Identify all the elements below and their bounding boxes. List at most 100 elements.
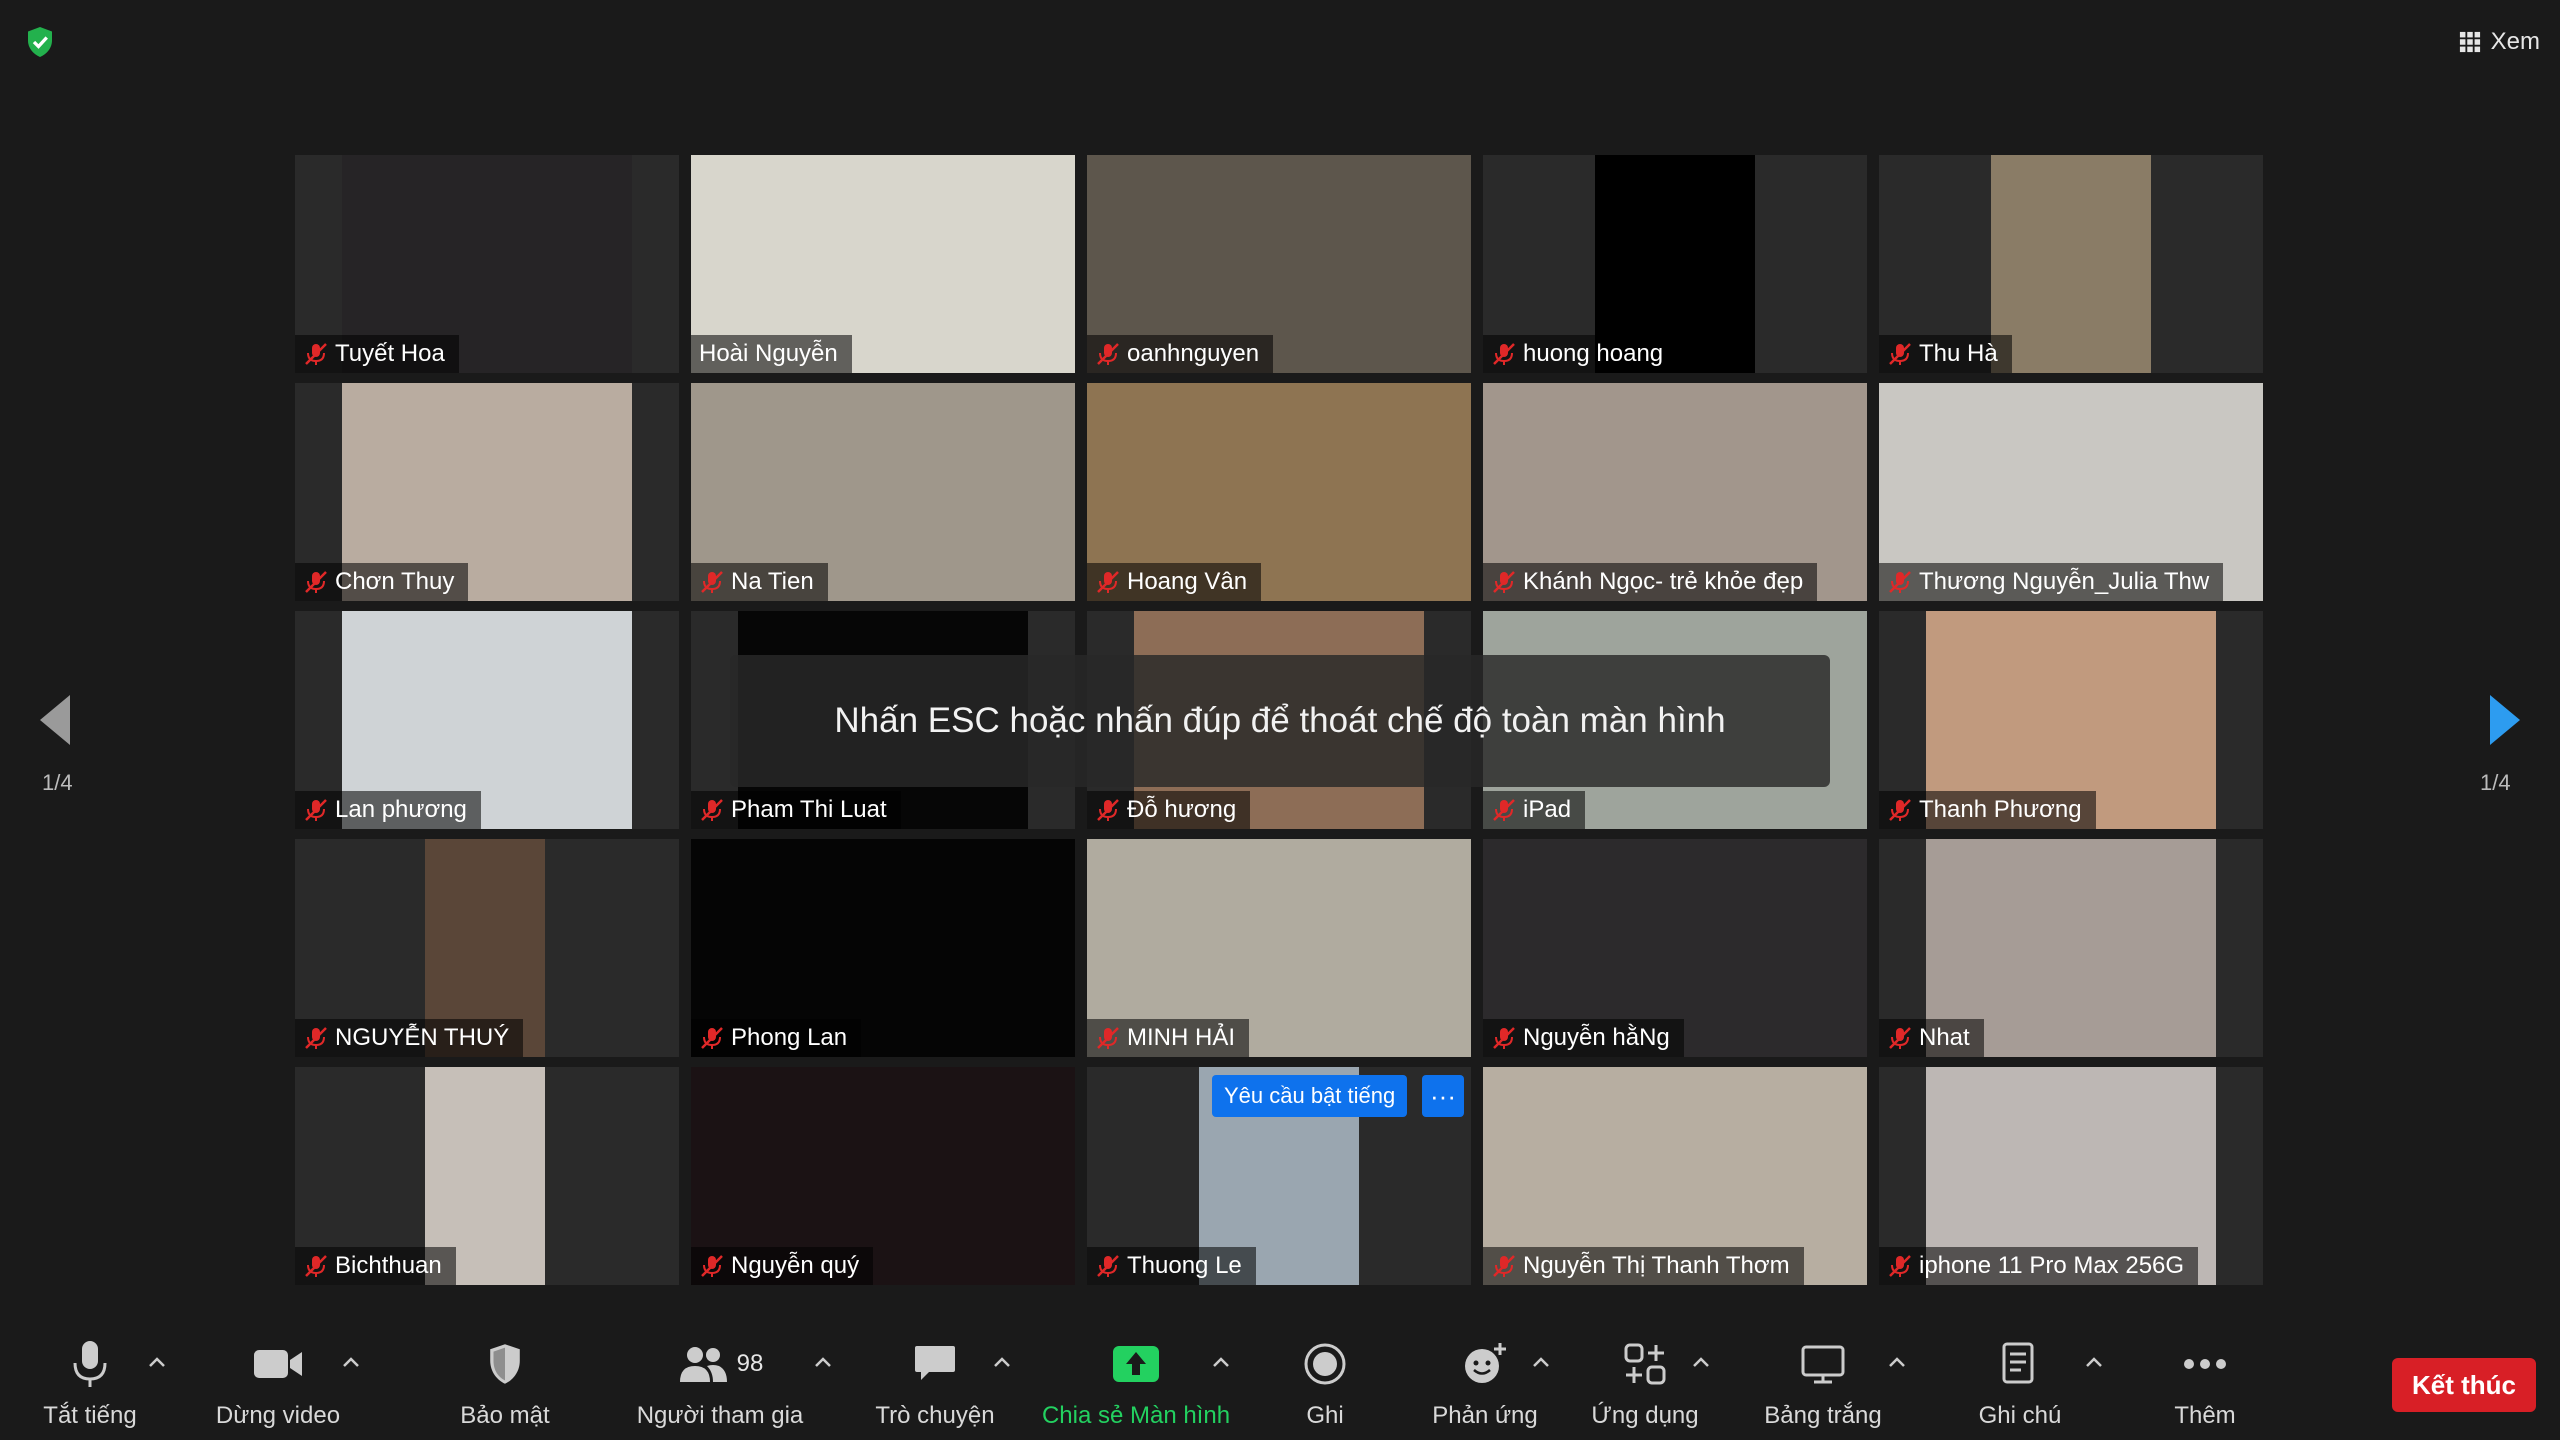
participant-name: Phong Lan [731,1024,848,1051]
view-button[interactable]: Xem [2459,22,2540,62]
video-tile[interactable]: Thanh Phương [1879,611,2263,829]
participants-label: Người tham gia [636,1402,804,1429]
stop-video-button[interactable]: Dừng video [208,1338,348,1430]
participant-name: Chơn Thuy [335,568,455,595]
security-button[interactable]: Bảo mật [455,1338,555,1430]
video-tile[interactable]: huong hoang [1483,155,1867,373]
more-button[interactable]: Thêm [2160,1338,2250,1430]
video-tile[interactable]: Tuyết Hoa [295,155,679,373]
whiteboard-label: Bảng trắng [1764,1402,1882,1429]
video-tile[interactable]: Thương Nguyễn_Julia Thw [1879,383,2263,601]
participant-name: NGUYỄN THUÝ [335,1024,510,1051]
record-icon [1304,1343,1346,1385]
muted-microphone-icon [1493,1027,1515,1049]
video-tile[interactable]: Nguyễn quý [691,1067,1075,1285]
shield-icon [490,1344,520,1384]
participant-name-label: Thu Hà [1879,335,2012,373]
notes-options-caret-icon[interactable] [2083,1354,2105,1370]
video-tile[interactable]: iphone 11 Pro Max 256G [1879,1067,2263,1285]
participant-name-label: Thuong Le [1087,1247,1256,1285]
video-tile[interactable]: Nhat [1879,839,2263,1057]
participant-name: Hoang Vân [1127,568,1248,595]
participant-name: Thanh Phương [1919,796,2082,823]
record-label: Ghi [1306,1402,1344,1429]
video-tile[interactable]: Lan phương [295,611,679,829]
apps-button[interactable]: Ứng dụng [1585,1338,1705,1430]
chat-options-caret-icon[interactable] [991,1354,1013,1370]
video-tile[interactable]: Na Tien [691,383,1075,601]
mute-button[interactable]: Tắt tiếng [30,1338,150,1430]
reactions-button[interactable]: Phản ứng [1425,1338,1545,1430]
participant-name-label: Nhat [1879,1019,1984,1057]
video-options-caret-icon[interactable] [340,1354,362,1370]
muted-microphone-icon [1097,571,1119,593]
share-screen-button[interactable]: Chia sẻ Màn hình [1036,1338,1236,1430]
end-meeting-button[interactable]: Kết thúc [2392,1358,2536,1412]
next-page-arrow-icon[interactable] [2485,690,2525,750]
more-label: Thêm [2174,1402,2236,1429]
participant-name-label: oanhnguyen [1087,335,1274,373]
request-unmute-button[interactable]: Yêu cầu bật tiếng [1212,1075,1408,1117]
participant-name-label: Na Tien [691,563,828,601]
participant-name-label: MINH HẢI [1087,1019,1249,1057]
notes-button[interactable]: Ghi chú [1960,1338,2080,1430]
muted-microphone-icon [305,571,327,593]
video-tile[interactable]: Nguyễn Thị Thanh Thơm [1483,1067,1867,1285]
participant-name: Thu Hà [1919,340,1998,367]
chat-button[interactable]: Trò chuyện [870,1338,1000,1430]
share-screen-icon [1113,1346,1159,1382]
share-options-caret-icon[interactable] [1210,1354,1232,1370]
participants-icon [679,1347,727,1382]
video-tile[interactable]: Hoang Vân [1087,383,1471,601]
participant-name-label: iPad [1483,791,1586,829]
reactions-label: Phản ứng [1432,1402,1538,1429]
participant-name-label: iphone 11 Pro Max 256G [1879,1247,2199,1285]
muted-microphone-icon [1493,799,1515,821]
microphone-icon [73,1341,107,1387]
security-shield-icon[interactable] [22,24,58,60]
video-tile[interactable]: oanhnguyen [1087,155,1471,373]
record-button[interactable]: Ghi [1285,1338,1365,1430]
participant-name: Nguyễn Thị Thanh Thơm [1523,1252,1790,1279]
participant-video [1991,155,2151,373]
video-tile[interactable]: Nguyễn hằNg [1483,839,1867,1057]
video-tile[interactable]: Chơn Thuy [295,383,679,601]
muted-microphone-icon [1097,799,1119,821]
apps-options-caret-icon[interactable] [1690,1354,1712,1370]
video-tile[interactable]: MINH HẢI [1087,839,1471,1057]
view-label: Xem [2490,28,2540,55]
participant-name: Bichthuan [335,1252,442,1279]
whiteboard-options-caret-icon[interactable] [1886,1354,1908,1370]
video-tile[interactable]: NGUYỄN THUÝ [295,839,679,1057]
participants-button[interactable]: 98 Người tham gia [625,1338,815,1430]
reactions-options-caret-icon[interactable] [1530,1354,1552,1370]
muted-microphone-icon [1889,799,1911,821]
muted-microphone-icon [701,571,723,593]
participant-name-label: Nguyễn Thị Thanh Thơm [1483,1247,1804,1285]
previous-page-arrow-icon[interactable] [35,690,75,750]
participant-name-label: Khánh Ngọc- trẻ khỏe đẹp [1483,563,1818,601]
fullscreen-exit-hint: Nhấn ESC hoặc nhấn đúp để thoát chế độ t… [730,655,1830,787]
participant-name: iphone 11 Pro Max 256G [1919,1252,2185,1279]
tile-more-options-button[interactable]: ··· [1422,1075,1464,1117]
muted-microphone-icon [1097,343,1119,365]
participant-name: MINH HẢI [1127,1024,1235,1051]
muted-microphone-icon [701,1027,723,1049]
mute-options-caret-icon[interactable] [146,1354,168,1370]
video-tile[interactable]: Phong Lan [691,839,1075,1057]
notes-icon [2002,1342,2034,1384]
video-tile[interactable]: Khánh Ngọc- trẻ khỏe đẹp [1483,383,1867,601]
muted-microphone-icon [701,1255,723,1277]
whiteboard-button[interactable]: Bảng trắng [1758,1338,1888,1430]
video-tile[interactable]: Hoài Nguyễn [691,155,1075,373]
participant-name: Thương Nguyễn_Julia Thw [1919,568,2210,595]
participant-name-label: Thương Nguyễn_Julia Thw [1879,563,2224,601]
participant-name: huong hoang [1523,340,1664,367]
participant-name-label: Pham Thi Luat [691,791,901,829]
video-tile[interactable]: Thu Hà [1879,155,2263,373]
security-label: Bảo mật [460,1402,550,1429]
video-tile[interactable]: Bichthuan [295,1067,679,1285]
muted-microphone-icon [305,1255,327,1277]
participants-options-caret-icon[interactable] [812,1354,834,1370]
participant-name-label: Chơn Thuy [295,563,469,601]
